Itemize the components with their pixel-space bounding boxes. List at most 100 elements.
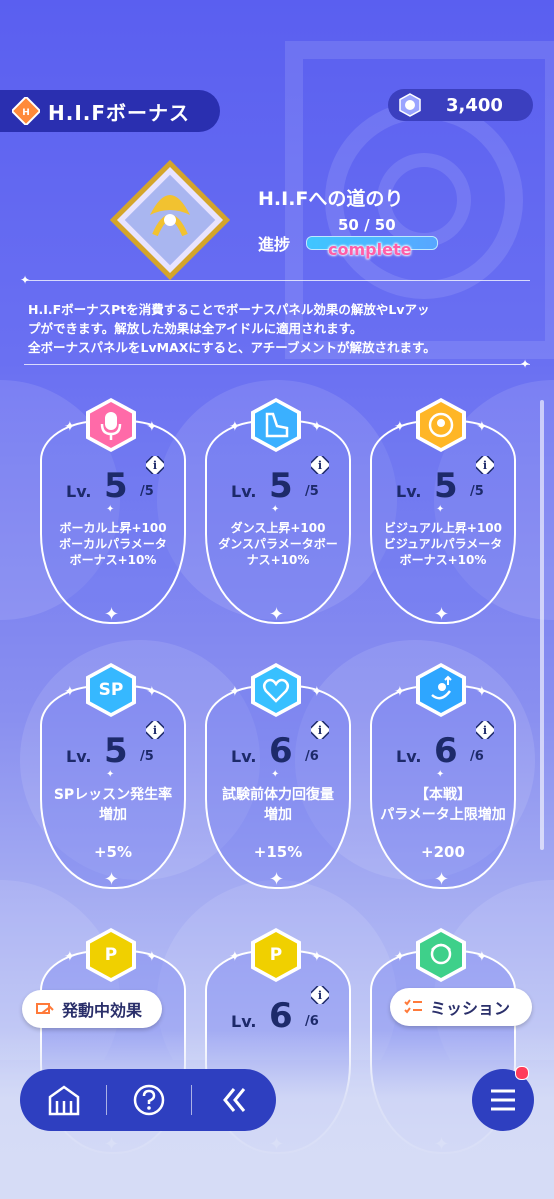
panel-effect-value: +200 — [421, 843, 465, 861]
panel-badge — [86, 398, 136, 452]
diamond-icon: ✦ — [311, 684, 323, 700]
hif-coin-icon — [399, 93, 421, 117]
progress-status: complete — [328, 240, 412, 259]
hif-bonus-icon: H — [12, 97, 40, 125]
panel-effect-value: +15% — [253, 843, 303, 861]
diamond-icon: ✦ — [64, 684, 76, 700]
back-icon — [223, 1088, 246, 1112]
level-label: Lv. — [66, 482, 92, 501]
road-title: H.I.Fへの道のり — [258, 188, 404, 210]
level-max: /5 — [305, 484, 319, 499]
effect-line: ボーカルパラメータ — [59, 537, 167, 551]
info-icon[interactable]: i — [146, 456, 164, 474]
scrollbar[interactable] — [540, 400, 544, 850]
panel-effect: ダンス上昇+100 ダンスパラメータボー ナス+10% — [205, 520, 351, 568]
level-value: 5 — [269, 466, 293, 506]
hif-emblem — [110, 160, 230, 280]
currency-display: 3,400 — [388, 89, 533, 121]
info-icon[interactable]: i — [476, 456, 494, 474]
effect-line: 増加 — [264, 807, 292, 823]
diamond-icon: ✦ — [476, 684, 488, 700]
divider-star-icon: ✦ — [106, 769, 115, 780]
sparkle-icon: ✦ — [104, 604, 120, 625]
divider-star-icon: ✦ — [436, 769, 445, 780]
diamond-icon: ✦ — [64, 949, 76, 965]
diamond-icon: ✦ — [146, 684, 158, 700]
level-value: 6 — [269, 731, 293, 771]
info-icon[interactable]: i — [146, 721, 164, 739]
page-title: H.I.Fボーナス — [48, 100, 191, 125]
effect-line: ボーナス+10% — [69, 553, 157, 567]
info-icon[interactable]: i — [311, 456, 329, 474]
divider-star-icon: ✦ — [106, 504, 115, 515]
effect-line: ビジュアル上昇+100 — [384, 521, 502, 535]
effect-line: ビジュアルパラメータ — [383, 537, 503, 551]
panel-badge — [416, 398, 466, 452]
svg-text:i: i — [153, 459, 157, 472]
level-label: Lv. — [396, 747, 422, 766]
panel-badge — [251, 663, 301, 717]
level-max: /6 — [305, 749, 319, 764]
heart-icon-glyph — [263, 678, 289, 703]
divider-star-icon: ✦ — [271, 769, 280, 780]
home-icon — [48, 1085, 80, 1116]
panel-badge: P — [251, 928, 301, 982]
level-max: /6 — [305, 1014, 319, 1029]
checklist-icon — [404, 999, 422, 1014]
diamond-icon: ✦ — [229, 949, 241, 965]
divider — [24, 364, 530, 365]
diamond-icon: ✦ — [64, 419, 76, 435]
bottom-nav — [20, 1069, 276, 1131]
description-line: プができます。解放した効果は全アイドルに適用されます。 — [28, 321, 363, 336]
diamond-icon: ✦ — [146, 419, 158, 435]
parameter-up-icon-glyph — [431, 675, 452, 700]
effect-line: ボーナス+10% — [399, 553, 487, 567]
panel-effect: ビジュアル上昇+100 ビジュアルパラメータ ボーナス+10% — [370, 520, 516, 568]
level-max: /5 — [140, 484, 154, 499]
divider-star-icon: ✦ — [271, 504, 280, 515]
diamond-icon: ✦ — [476, 419, 488, 435]
visual-icon-glyph — [428, 412, 454, 438]
level-label: Lv. — [66, 747, 92, 766]
effect-line: ダンスパラメータボー — [218, 537, 338, 551]
level-value: 6 — [434, 731, 458, 771]
svg-text:i: i — [318, 989, 322, 1002]
diamond-icon: ✦ — [311, 949, 323, 965]
diamond-icon: ✦ — [311, 419, 323, 435]
mission-button[interactable]: ミッション — [390, 988, 532, 1026]
active-effects-icon — [36, 1003, 54, 1014]
help-button[interactable] — [119, 1075, 179, 1125]
badge-text: P — [269, 945, 283, 965]
divider — [24, 280, 530, 281]
active-effects-label: 発動中効果 — [62, 1001, 143, 1020]
effect-line: ナス+10% — [246, 553, 310, 567]
sparkle-icon: ✦ — [104, 869, 120, 890]
svg-text:i: i — [318, 459, 322, 472]
effect-line: SPレッスン発生率 — [53, 787, 173, 803]
sparkle-icon: ✦ — [20, 273, 31, 287]
info-icon[interactable]: i — [476, 721, 494, 739]
back-button[interactable] — [204, 1075, 264, 1125]
nav-divider — [191, 1085, 192, 1115]
progress-count: 50 / 50 — [338, 216, 396, 234]
panel-effect: 【本戦】 パラメータ上限増加 — [370, 785, 516, 825]
diamond-icon: ✦ — [229, 419, 241, 435]
mission-label: ミッション — [430, 999, 511, 1018]
active-effects-button[interactable]: 発動中効果 — [22, 990, 162, 1028]
sparkle-icon: ✦ — [269, 869, 285, 890]
panel-badge — [416, 663, 466, 717]
panel-badge: P — [86, 928, 136, 982]
nav-divider — [106, 1085, 107, 1115]
level-max: /5 — [140, 749, 154, 764]
home-button[interactable] — [34, 1075, 94, 1125]
diamond-icon: ✦ — [476, 949, 488, 965]
svg-text:i: i — [318, 724, 322, 737]
title-bar: H H.I.Fボーナス — [0, 90, 220, 132]
level-label: Lv. — [231, 482, 257, 501]
info-icon[interactable]: i — [311, 986, 329, 1004]
panel-effect: 試験前体力回復量 増加 — [205, 785, 351, 825]
panel-effect: SPレッスン発生率 増加 — [40, 785, 186, 825]
divider-star-icon: ✦ — [436, 504, 445, 515]
menu-icon — [491, 1089, 515, 1111]
info-icon[interactable]: i — [311, 721, 329, 739]
